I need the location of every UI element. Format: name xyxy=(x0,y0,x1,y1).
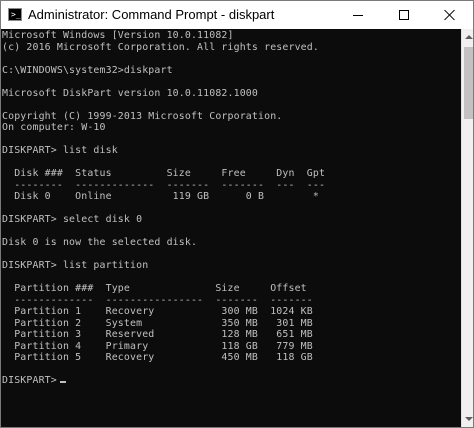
console-line: On computer: W-10 xyxy=(2,122,106,133)
scroll-up-button[interactable] xyxy=(462,29,473,45)
console-line: (c) 2016 Microsoft Corporation. All righ… xyxy=(2,41,319,53)
close-icon xyxy=(444,9,456,21)
title-bar[interactable]: >_ Administrator: Command Prompt - diskp… xyxy=(1,1,473,29)
console-line: ------------- ---------------- ------- -… xyxy=(2,294,313,306)
cmd-icon-glyph: >_ xyxy=(11,10,21,19)
maximize-button[interactable] xyxy=(381,1,427,29)
text-cursor xyxy=(60,381,66,383)
console-line: Partition ### Type Size Offset xyxy=(2,283,307,294)
console-line: C:\WINDOWS\system32>diskpart xyxy=(2,64,173,76)
console-line: -------- ------------- ------- ------- -… xyxy=(2,179,326,191)
console-line: DISKPART> select disk 0 xyxy=(2,214,143,225)
arrow-down-icon xyxy=(465,417,473,421)
console-line: Disk 0 Online 119 GB 0 B * xyxy=(2,191,319,202)
console-output[interactable]: Microsoft Windows [Version 10.0.11082] (c… xyxy=(1,29,461,427)
console-line: Partition 3 Reserved 128 MB 651 MB xyxy=(2,329,313,340)
console-line: Disk ### Status Size Free Dyn Gpt xyxy=(2,168,326,179)
scroll-down-button[interactable] xyxy=(462,411,473,427)
console-line: Disk 0 is now the selected disk. xyxy=(2,237,198,248)
command-prompt-window: >_ Administrator: Command Prompt - diskp… xyxy=(0,0,474,428)
maximize-icon xyxy=(399,10,409,20)
close-button[interactable] xyxy=(427,1,473,29)
console-line: DISKPART> list disk xyxy=(2,145,118,156)
console-line: Copyright (C) 1999-2013 Microsoft Corpor… xyxy=(2,110,283,122)
minimize-icon xyxy=(353,14,363,16)
minimize-button[interactable] xyxy=(335,1,381,29)
console-line: Microsoft Windows [Version 10.0.11082] xyxy=(2,30,234,41)
console-line: Partition 2 System 350 MB 301 MB xyxy=(2,317,313,329)
console-line: Partition 1 Recovery 300 MB 1024 KB xyxy=(2,306,313,317)
console-line: DISKPART> xyxy=(2,375,63,386)
vertical-scrollbar[interactable] xyxy=(461,29,473,427)
console-line: Microsoft DiskPart version 10.0.11082.10… xyxy=(2,87,259,99)
console-line: Partition 4 Primary 118 GB 779 MB xyxy=(2,340,313,352)
console-line: DISKPART> list partition xyxy=(2,260,149,271)
arrow-up-icon xyxy=(465,35,473,39)
cmd-icon[interactable]: >_ xyxy=(8,8,22,21)
window-title: Administrator: Command Prompt - diskpart xyxy=(28,7,275,22)
console-text: Microsoft Windows [Version 10.0.11082] (c… xyxy=(2,30,325,387)
scroll-thumb[interactable] xyxy=(464,47,473,119)
console-line: Partition 5 Recovery 450 MB 118 GB xyxy=(2,352,313,363)
